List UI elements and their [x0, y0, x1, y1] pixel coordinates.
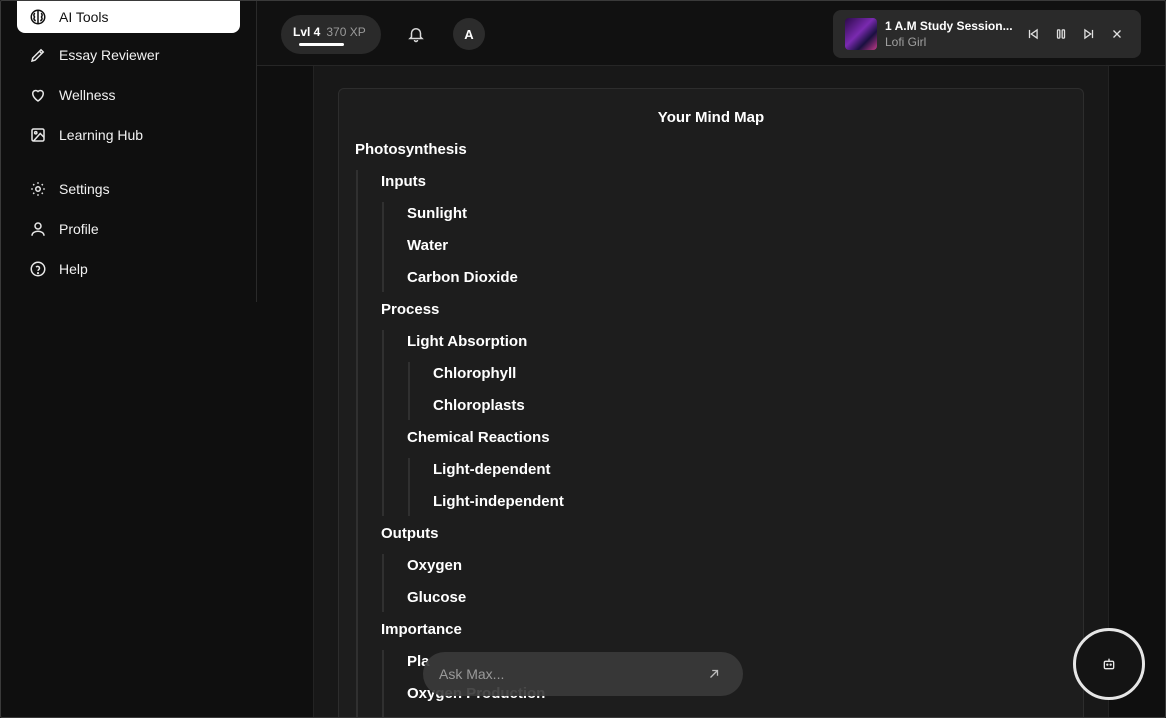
- ask-max-bar: [423, 652, 743, 696]
- mind-map-node[interactable]: Importance: [381, 621, 462, 638]
- mind-map-node[interactable]: Chloroplasts: [433, 397, 525, 414]
- sidebar: AI Tools Essay Reviewer Wellness Learnin…: [0, 0, 257, 302]
- level-label: Lvl 4: [293, 25, 321, 39]
- top-bar: Lvl 4 370 XP A 1 A.M Study Session... Lof…: [257, 0, 1166, 66]
- mind-map-node[interactable]: Glucose: [407, 589, 466, 606]
- send-arrow-icon[interactable]: [707, 667, 721, 681]
- next-track-icon[interactable]: [1082, 27, 1096, 41]
- mind-map-node[interactable]: Chlorophyll: [433, 365, 516, 382]
- tree-guide-line: [408, 362, 410, 420]
- brain-icon: [30, 9, 46, 24]
- track-title: 1 A.M Study Session...: [885, 19, 1013, 33]
- close-icon[interactable]: [1110, 27, 1124, 41]
- sidebar-item-wellness[interactable]: Wellness: [17, 79, 240, 111]
- mind-map-title: Your Mind Map: [657, 109, 765, 126]
- sidebar-item-profile[interactable]: Profile: [17, 213, 240, 245]
- mind-map-node[interactable]: Water: [407, 237, 448, 254]
- track-artist: Lofi Girl: [885, 35, 927, 49]
- sidebar-item-label: Essay Reviewer: [59, 47, 160, 63]
- xp-level-pill[interactable]: Lvl 4 370 XP: [281, 15, 381, 54]
- xp-label: 370 XP: [326, 25, 366, 39]
- gear-icon: [31, 182, 45, 196]
- mind-map-node[interactable]: Light-independent: [433, 493, 564, 510]
- pause-icon[interactable]: [1054, 27, 1068, 41]
- sidebar-item-learning-hub[interactable]: Learning Hub: [17, 119, 240, 151]
- music-player: 1 A.M Study Session... Lofi Girl: [833, 10, 1141, 58]
- sidebar-item-label: AI Tools: [59, 8, 109, 25]
- tree-guide-line: [382, 554, 384, 612]
- sidebar-item-settings[interactable]: Settings: [17, 173, 240, 205]
- ask-max-input[interactable]: [439, 664, 699, 684]
- mind-map-node[interactable]: Inputs: [381, 173, 426, 190]
- mind-map-node[interactable]: Photosynthesis: [355, 141, 467, 158]
- sidebar-item-label: Wellness: [59, 87, 116, 103]
- sidebar-item-label: Help: [59, 261, 88, 277]
- tree-guide-line: [408, 458, 410, 516]
- help-circle-icon: [30, 261, 46, 277]
- sidebar-item-help[interactable]: Help: [17, 253, 240, 285]
- sidebar-item-label: Settings: [59, 181, 110, 197]
- tree-guide-line: [356, 170, 358, 718]
- mind-map-node[interactable]: Chemical Reactions: [407, 429, 550, 446]
- sidebar-item-label: Learning Hub: [59, 127, 144, 143]
- mind-map-node[interactable]: Light-dependent: [433, 461, 550, 478]
- mind-map-node[interactable]: Process: [381, 301, 439, 318]
- tree-guide-line: [382, 650, 384, 718]
- mind-map-node[interactable]: Carbon Dioxide: [407, 269, 518, 286]
- sidebar-item-ai-tools[interactable]: AI Tools: [17, 0, 240, 33]
- pencil-icon: [30, 48, 45, 63]
- tree-guide-line: [382, 330, 384, 516]
- album-art: [845, 18, 877, 50]
- heart-icon: [31, 89, 45, 102]
- mind-map-node[interactable]: Oxygen: [407, 557, 462, 574]
- mind-map-card: Your Mind Map Photosynthesis Inputs Sunl…: [338, 88, 1084, 718]
- mind-map-node[interactable]: Light Absorption: [407, 333, 527, 350]
- assistant-bot-button[interactable]: [1073, 628, 1145, 700]
- tree-guide-line: [382, 202, 384, 292]
- robot-icon: [1103, 658, 1115, 670]
- previous-track-icon[interactable]: [1026, 27, 1040, 41]
- bell-icon[interactable]: [407, 25, 425, 43]
- sidebar-item-label: Profile: [59, 221, 99, 237]
- user-icon: [31, 222, 45, 236]
- sidebar-item-essay-reviewer[interactable]: Essay Reviewer: [17, 39, 240, 71]
- xp-progress-bar: [299, 43, 344, 46]
- mind-map-node[interactable]: Sunlight: [407, 205, 467, 222]
- avatar[interactable]: A: [453, 18, 485, 50]
- image-icon: [31, 128, 45, 142]
- mind-map-node[interactable]: Outputs: [381, 525, 439, 542]
